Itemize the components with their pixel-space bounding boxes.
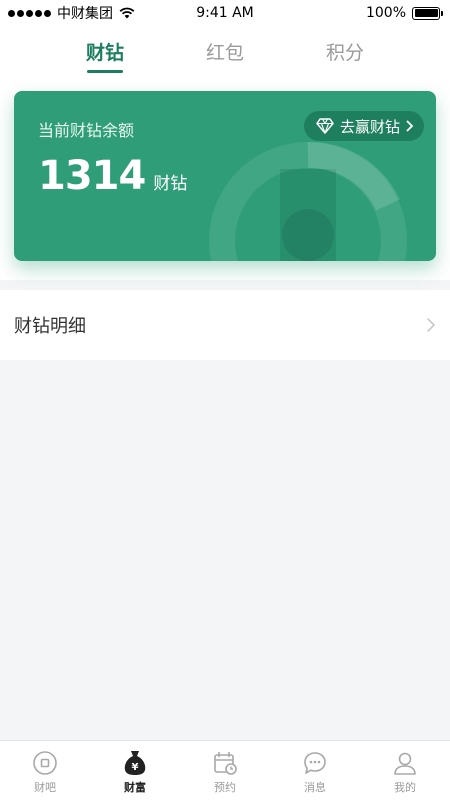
nav-forum-label: 财吧: [34, 781, 56, 794]
balance-amount: 1314: [38, 153, 146, 199]
diamond-details-row[interactable]: 财钻明细: [0, 290, 450, 360]
money-bag-icon: ¥: [121, 749, 149, 777]
coin-icon: [31, 749, 59, 777]
nav-mine[interactable]: 我的: [360, 741, 450, 800]
nav-booking-label: 预约: [214, 781, 236, 794]
battery-percent: 100%: [365, 5, 406, 21]
status-left: 中财集团: [8, 3, 135, 23]
tab-bar: 财钻 红包 积分: [0, 26, 450, 82]
diamond-details-label: 财钻明细: [14, 316, 86, 337]
balance-unit: 财钻: [153, 174, 188, 194]
status-right: 100%: [365, 5, 443, 21]
nav-messages-label: 消息: [304, 781, 326, 794]
bottom-nav: 财吧 ¥ 财富 预约 消息 我的: [0, 740, 450, 800]
earn-button-label: 去赢财钻: [339, 117, 400, 136]
battery-icon: [412, 6, 443, 20]
nav-messages[interactable]: 消息: [270, 741, 360, 800]
nav-mine-label: 我的: [394, 781, 416, 794]
diamond-icon: [316, 118, 334, 134]
carrier-name: 中财集团: [57, 6, 113, 22]
chat-bubble-icon: [301, 749, 329, 777]
tab-red-packets[interactable]: 红包: [200, 26, 250, 82]
balance-amount-group: 1314 财钻: [38, 153, 187, 199]
svg-text:¥: ¥: [132, 762, 139, 773]
chevron-right-icon: [406, 120, 414, 132]
user-icon: [391, 749, 419, 777]
balance-label: 当前财钻余额: [38, 121, 135, 140]
signal-icon: [8, 9, 51, 17]
nav-forum[interactable]: 财吧: [0, 741, 90, 800]
tab-diamonds[interactable]: 财钻: [80, 26, 130, 82]
tab-points[interactable]: 积分: [320, 26, 370, 82]
calendar-icon: [211, 749, 239, 777]
wifi-icon: [119, 7, 135, 19]
screen: 中财集团 9:41 AM 100% 财钻 红包 积分 当前财钻余额 1314 财…: [0, 0, 450, 800]
status-bar: 中财集团 9:41 AM 100%: [0, 0, 450, 26]
nav-wealth[interactable]: ¥ 财富: [90, 741, 180, 800]
nav-booking[interactable]: 预约: [180, 741, 270, 800]
nav-wealth-label: 财富: [124, 781, 146, 794]
earn-diamonds-button[interactable]: 去赢财钻: [303, 111, 424, 141]
chevron-right-icon: [427, 318, 436, 332]
balance-card: 当前财钻余额 1314 财钻 去赢财钻: [14, 91, 436, 261]
